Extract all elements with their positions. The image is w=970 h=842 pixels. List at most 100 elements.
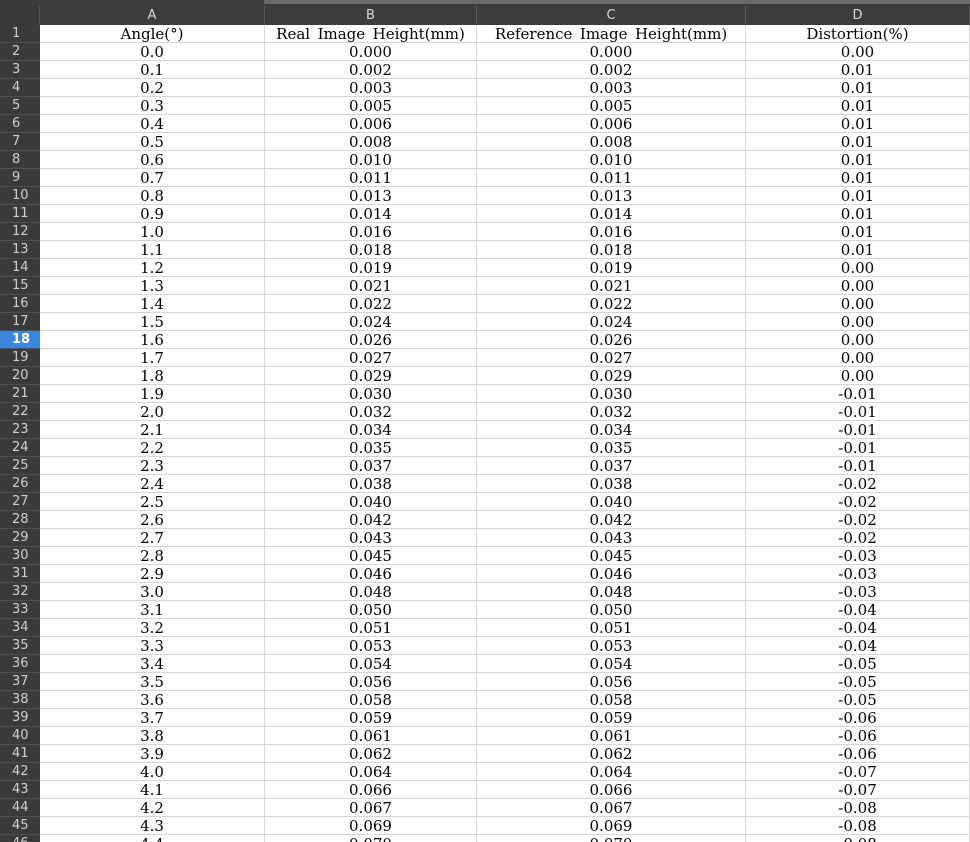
- cell-reference-image-height[interactable]: 0.027: [477, 349, 746, 367]
- cell-distortion[interactable]: -0.02: [746, 475, 970, 493]
- cell-reference-image-height[interactable]: 0.045: [477, 547, 746, 565]
- row-number[interactable]: 40: [0, 727, 40, 745]
- cell-angle[interactable]: 1.2: [40, 259, 265, 277]
- cell-distortion[interactable]: 0.00: [746, 277, 970, 295]
- cell-angle[interactable]: 3.4: [40, 655, 265, 673]
- cell-angle[interactable]: 2.8: [40, 547, 265, 565]
- cell-distortion[interactable]: 0.01: [746, 187, 970, 205]
- cell-angle[interactable]: 1.7: [40, 349, 265, 367]
- cell-real-image-height[interactable]: 0.022: [265, 295, 477, 313]
- row-number[interactable]: 15: [0, 277, 40, 295]
- cell-real-image-height[interactable]: 0.053: [265, 637, 477, 655]
- row-number[interactable]: 3: [0, 61, 40, 79]
- cell-distortion[interactable]: 0.00: [746, 331, 970, 349]
- cell-reference-image-height[interactable]: 0.024: [477, 313, 746, 331]
- row-number[interactable]: 4: [0, 79, 40, 97]
- cell-distortion[interactable]: -0.06: [746, 727, 970, 745]
- cell-angle[interactable]: 1.3: [40, 277, 265, 295]
- cell-reference-image-height[interactable]: 0.053: [477, 637, 746, 655]
- cell-distortion[interactable]: 0.01: [746, 223, 970, 241]
- cell-reference-image-height[interactable]: 0.019: [477, 259, 746, 277]
- cell-distortion[interactable]: -0.01: [746, 439, 970, 457]
- cell-reference-image-height[interactable]: 0.000: [477, 43, 746, 61]
- cell-reference-image-height[interactable]: 0.040: [477, 493, 746, 511]
- cell-angle[interactable]: 3.6: [40, 691, 265, 709]
- cell-distortion[interactable]: -0.07: [746, 781, 970, 799]
- cell-real-image-height[interactable]: Real_Image_Height(mm): [265, 25, 477, 43]
- cell-real-image-height[interactable]: 0.051: [265, 619, 477, 637]
- row-number[interactable]: 10: [0, 187, 40, 205]
- cell-reference-image-height[interactable]: 0.058: [477, 691, 746, 709]
- cell-reference-image-height[interactable]: 0.070: [477, 835, 746, 842]
- row-number[interactable]: 13: [0, 241, 40, 259]
- cell-distortion[interactable]: 0.01: [746, 115, 970, 133]
- cell-angle[interactable]: 0.6: [40, 151, 265, 169]
- cell-distortion[interactable]: -0.08: [746, 817, 970, 835]
- cell-real-image-height[interactable]: 0.024: [265, 313, 477, 331]
- cell-angle[interactable]: 0.4: [40, 115, 265, 133]
- cell-real-image-height[interactable]: 0.042: [265, 511, 477, 529]
- cell-real-image-height[interactable]: 0.018: [265, 241, 477, 259]
- cell-angle[interactable]: 2.2: [40, 439, 265, 457]
- cell-reference-image-height[interactable]: 0.005: [477, 97, 746, 115]
- cell-distortion[interactable]: -0.02: [746, 529, 970, 547]
- row-number[interactable]: 33: [0, 601, 40, 619]
- cell-distortion[interactable]: 0.01: [746, 133, 970, 151]
- cell-distortion[interactable]: -0.05: [746, 673, 970, 691]
- row-number[interactable]: 45: [0, 817, 40, 835]
- cell-angle[interactable]: 4.1: [40, 781, 265, 799]
- cell-real-image-height[interactable]: 0.011: [265, 169, 477, 187]
- row-number[interactable]: 35: [0, 637, 40, 655]
- cell-real-image-height[interactable]: 0.026: [265, 331, 477, 349]
- cell-reference-image-height[interactable]: 0.066: [477, 781, 746, 799]
- row-number[interactable]: 30: [0, 547, 40, 565]
- cell-real-image-height[interactable]: 0.019: [265, 259, 477, 277]
- cell-real-image-height[interactable]: 0.006: [265, 115, 477, 133]
- cell-distortion[interactable]: -0.01: [746, 421, 970, 439]
- cell-reference-image-height[interactable]: 0.021: [477, 277, 746, 295]
- cell-real-image-height[interactable]: 0.048: [265, 583, 477, 601]
- cell-reference-image-height[interactable]: 0.008: [477, 133, 746, 151]
- cell-distortion[interactable]: -0.04: [746, 637, 970, 655]
- row-number[interactable]: 36: [0, 655, 40, 673]
- cell-angle[interactable]: 0.0: [40, 43, 265, 61]
- row-number[interactable]: 26: [0, 475, 40, 493]
- row-number[interactable]: 24: [0, 439, 40, 457]
- cell-real-image-height[interactable]: 0.043: [265, 529, 477, 547]
- cell-real-image-height[interactable]: 0.027: [265, 349, 477, 367]
- cell-angle[interactable]: 2.9: [40, 565, 265, 583]
- row-number[interactable]: 5: [0, 97, 40, 115]
- cell-reference-image-height[interactable]: 0.037: [477, 457, 746, 475]
- cell-angle[interactable]: 1.9: [40, 385, 265, 403]
- cell-reference-image-height[interactable]: 0.034: [477, 421, 746, 439]
- row-number[interactable]: 19: [0, 349, 40, 367]
- row-number[interactable]: 16: [0, 295, 40, 313]
- cell-angle[interactable]: 0.1: [40, 61, 265, 79]
- row-number[interactable]: 46: [0, 835, 40, 842]
- row-number[interactable]: 42: [0, 763, 40, 781]
- cell-angle[interactable]: 3.1: [40, 601, 265, 619]
- row-number[interactable]: 22: [0, 403, 40, 421]
- cell-angle[interactable]: 3.5: [40, 673, 265, 691]
- cell-angle[interactable]: 4.0: [40, 763, 265, 781]
- cell-reference-image-height[interactable]: 0.050: [477, 601, 746, 619]
- row-number[interactable]: 23: [0, 421, 40, 439]
- cell-reference-image-height[interactable]: 0.051: [477, 619, 746, 637]
- cell-reference-image-height[interactable]: 0.067: [477, 799, 746, 817]
- cell-real-image-height[interactable]: 0.030: [265, 385, 477, 403]
- row-number[interactable]: 41: [0, 745, 40, 763]
- cell-reference-image-height[interactable]: 0.026: [477, 331, 746, 349]
- cell-angle[interactable]: 1.4: [40, 295, 265, 313]
- cell-distortion[interactable]: -0.03: [746, 583, 970, 601]
- cell-angle[interactable]: 1.1: [40, 241, 265, 259]
- cell-angle[interactable]: 4.3: [40, 817, 265, 835]
- select-all-corner[interactable]: [0, 6, 40, 25]
- cell-distortion[interactable]: 0.00: [746, 295, 970, 313]
- cell-reference-image-height[interactable]: 0.035: [477, 439, 746, 457]
- cell-real-image-height[interactable]: 0.029: [265, 367, 477, 385]
- cell-real-image-height[interactable]: 0.010: [265, 151, 477, 169]
- cell-reference-image-height[interactable]: 0.059: [477, 709, 746, 727]
- cell-distortion[interactable]: 0.01: [746, 241, 970, 259]
- cell-distortion[interactable]: 0.01: [746, 151, 970, 169]
- cell-angle[interactable]: 2.7: [40, 529, 265, 547]
